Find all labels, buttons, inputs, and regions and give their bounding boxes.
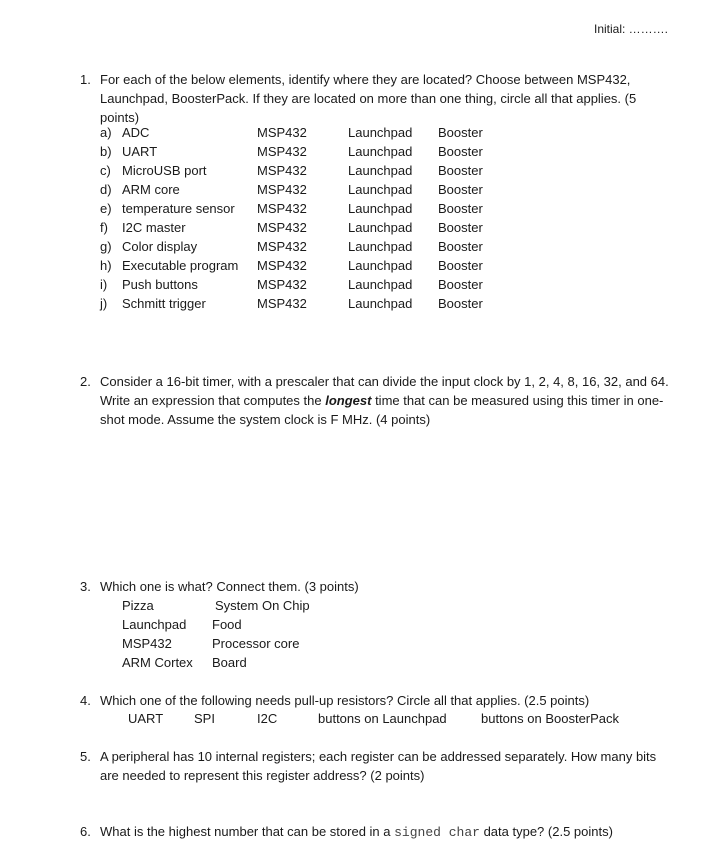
match-right-item: System On Chip [215, 598, 310, 613]
question-text: For each of the below elements, identify… [100, 72, 637, 125]
option-buttons-boosterpack[interactable]: buttons on BoosterPack [481, 709, 619, 728]
match-left-item: Launchpad [122, 617, 187, 632]
element-row: d) ARM core MSP432 Launchpad Booster [100, 180, 520, 199]
option-uart[interactable]: UART [128, 709, 163, 728]
element-name: ADC [122, 125, 150, 140]
row-label: g) [100, 239, 112, 254]
option-buttons-launchpad[interactable]: buttons on Launchpad [318, 709, 447, 728]
element-name: UART [122, 144, 158, 159]
choice-launchpad[interactable]: Launchpad [348, 294, 412, 313]
row-label: f) [100, 220, 108, 235]
question-number: 1. [80, 72, 91, 87]
choice-msp432[interactable]: MSP432 [257, 199, 307, 218]
question-number: 3. [80, 579, 91, 594]
match-left-item: ARM Cortex [122, 655, 193, 670]
choice-booster[interactable]: Booster [438, 142, 483, 161]
choice-msp432[interactable]: MSP432 [257, 275, 307, 294]
row-label: a) [100, 125, 112, 140]
element-name: Color display [122, 239, 198, 254]
choice-launchpad[interactable]: Launchpad [348, 199, 412, 218]
row-label: j) [100, 296, 108, 311]
element-row: a) ADC MSP432 Launchpad Booster [100, 123, 520, 142]
question-number: 4. [80, 693, 91, 708]
choice-booster[interactable]: Booster [438, 161, 483, 180]
choice-booster[interactable]: Booster [438, 275, 483, 294]
row-label: h) [100, 258, 112, 273]
choice-msp432[interactable]: MSP432 [257, 161, 307, 180]
match-left-item: MSP432 [122, 636, 172, 651]
element-row: h) Executable program MSP432 Launchpad Boost… [100, 256, 520, 275]
question-text: A peripheral has 10 internal registers; … [100, 749, 657, 783]
choice-booster[interactable]: Booster [438, 256, 483, 275]
choice-msp432[interactable]: MSP432 [257, 180, 307, 199]
question-text-part: data type? (2.5 points) [479, 824, 613, 839]
match-right-item: Board [212, 655, 247, 670]
row-label: i) [100, 277, 108, 292]
choice-msp432[interactable]: MSP432 [257, 294, 307, 313]
choice-booster[interactable]: Booster [438, 218, 483, 237]
choice-launchpad[interactable]: Launchpad [348, 123, 412, 142]
question-text-part: What is the highest number that can be s… [100, 824, 395, 839]
element-row: f) I2C master MSP432 Launchpad Booster [100, 218, 520, 237]
row-label: d) [100, 182, 112, 197]
emphasis-text: longest [325, 393, 372, 408]
question-text: Consider a 16-bit timer, with a prescale… [100, 372, 670, 429]
match-left-item: Pizza [122, 598, 154, 613]
choice-launchpad[interactable]: Launchpad [348, 161, 412, 180]
choice-msp432[interactable]: MSP432 [257, 142, 307, 161]
option-i2c[interactable]: I2C [257, 709, 277, 728]
element-row: j) Schmitt trigger MSP432 Launchpad Booster [100, 294, 520, 313]
choice-booster[interactable]: Booster [438, 294, 483, 313]
choice-launchpad[interactable]: Launchpad [348, 180, 412, 199]
choice-msp432[interactable]: MSP432 [257, 256, 307, 275]
choice-launchpad[interactable]: Launchpad [348, 218, 412, 237]
option-spi[interactable]: SPI [194, 709, 215, 728]
row-label: c) [100, 163, 111, 178]
element-name: Push buttons [122, 277, 198, 292]
match-right-item: Processor core [212, 636, 300, 651]
choice-msp432[interactable]: MSP432 [257, 237, 307, 256]
element-name: temperature sensor [122, 201, 235, 216]
choice-msp432[interactable]: MSP432 [257, 123, 307, 142]
question-text: What is the highest number that can be s… [100, 822, 613, 842]
question-text: Which one of the following needs pull-up… [100, 693, 590, 708]
code-text: signed char [394, 825, 480, 840]
initial-field: Initial: ………. [594, 22, 669, 36]
row-label: e) [100, 201, 112, 216]
element-row: i) Push buttons MSP432 Launchpad Booster [100, 275, 520, 294]
choice-launchpad[interactable]: Launchpad [348, 142, 412, 161]
element-name: I2C master [122, 220, 186, 235]
element-row: e) temperature sensor MSP432 Launchpad Boost… [100, 199, 520, 218]
match-right-item: Food [212, 617, 242, 632]
question-number: 2. [80, 374, 91, 389]
row-label: b) [100, 144, 112, 159]
choice-launchpad[interactable]: Launchpad [348, 256, 412, 275]
choice-launchpad[interactable]: Launchpad [348, 237, 412, 256]
choice-booster[interactable]: Booster [438, 123, 483, 142]
question-number: 6. [80, 824, 91, 839]
element-name: ARM core [122, 182, 180, 197]
element-name: Executable program [122, 258, 239, 273]
choice-msp432[interactable]: MSP432 [257, 218, 307, 237]
choice-booster[interactable]: Booster [438, 237, 483, 256]
question-text: Which one is what? Connect them. (3 poin… [100, 579, 359, 594]
element-name: MicroUSB port [122, 163, 207, 178]
choice-booster[interactable]: Booster [438, 199, 483, 218]
element-row: b) UART MSP432 Launchpad Booster [100, 142, 520, 161]
element-row: c) MicroUSB port MSP432 Launchpad Booster [100, 161, 520, 180]
choice-booster[interactable]: Booster [438, 180, 483, 199]
choice-launchpad[interactable]: Launchpad [348, 275, 412, 294]
element-row: g) Color display MSP432 Launchpad Booster [100, 237, 520, 256]
element-name: Schmitt trigger [122, 296, 206, 311]
question-number: 5. [80, 749, 91, 764]
